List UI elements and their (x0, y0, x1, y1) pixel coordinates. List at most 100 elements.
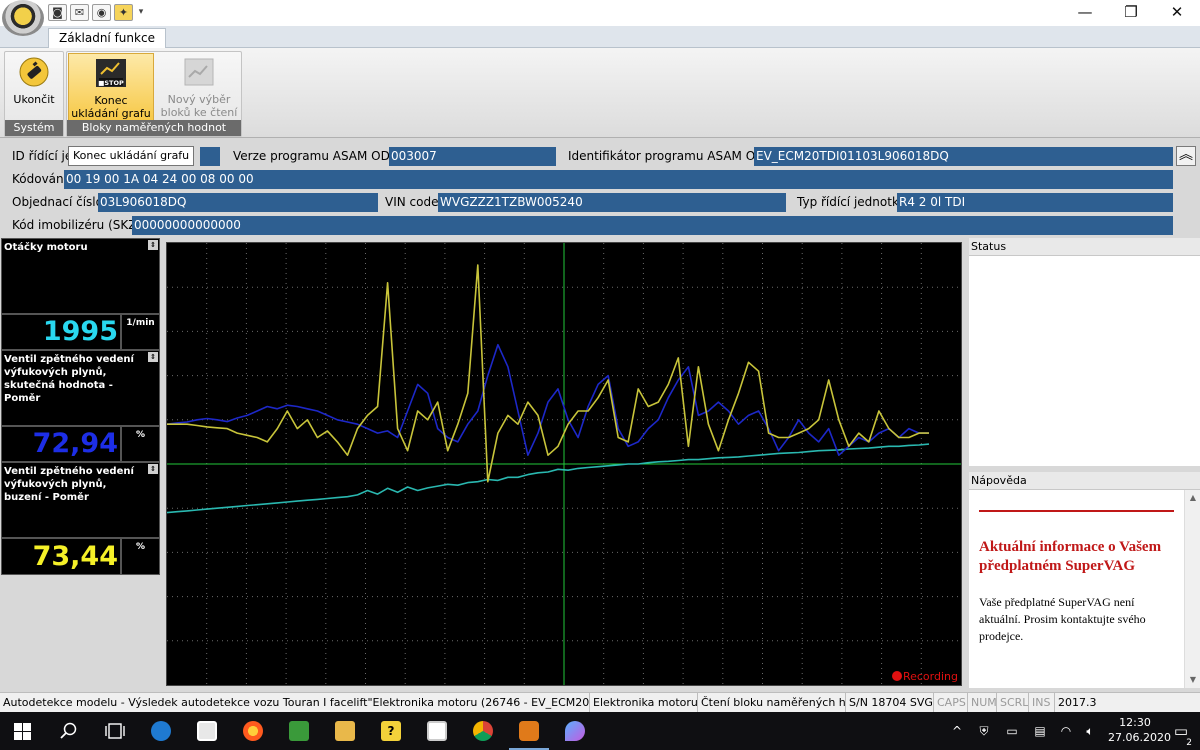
measurement-unit-rpm: 1/min (121, 314, 160, 350)
asam-id-label: Identifikátor programu ASAM ODX (568, 149, 773, 163)
recording-label: Recording (902, 670, 958, 683)
status-ins: INS (1029, 693, 1055, 712)
order-number-label: Objednací číslo (12, 195, 103, 209)
camera-icon[interactable]: ◙ (48, 3, 67, 21)
search-icon[interactable] (46, 712, 92, 750)
minimize-button[interactable]: — (1062, 0, 1108, 26)
new-block-selection-button[interactable]: Nový výběr bloků ke čtení (159, 53, 239, 121)
status-mode: Čtení bloku naměřených hodno (698, 693, 846, 712)
network-icon[interactable]: ▤ (1028, 712, 1052, 750)
status-caps: CAPS (934, 693, 968, 712)
exit-button[interactable]: Ukončit (7, 53, 61, 121)
help-heading: Aktuální informace o Vašem předplatném S… (979, 539, 1162, 574)
status-version: 2017.3 (1058, 696, 1097, 709)
record-dot-icon (891, 671, 902, 681)
task-view-icon[interactable] (92, 712, 138, 750)
scroll-down-icon[interactable]: ▼ (1185, 672, 1200, 688)
mail-icon[interactable]: ✉ (70, 3, 89, 21)
disk-icon[interactable]: ◉ (92, 3, 111, 21)
help-divider (979, 510, 1174, 512)
measurement-unit-egr-command: % (121, 538, 160, 575)
chevron-down-icon[interactable]: ▾ (136, 7, 146, 17)
chevron-up-icon[interactable]: ^ (946, 712, 968, 750)
ecu-id-field (200, 147, 220, 166)
coding-field: 00 19 00 1A 04 24 00 08 00 00 (64, 170, 1173, 189)
help-scrollbar[interactable]: ▲ ▼ (1184, 490, 1200, 688)
windows-logo (14, 723, 31, 740)
measurement-graph[interactable]: Recording (166, 242, 962, 686)
tab-basic-functions[interactable]: Základní funkce (48, 28, 166, 49)
search-glyph (60, 722, 77, 739)
measurement-name: Ventil zpětného vedení výfukových plynů,… (4, 354, 134, 404)
swap-arrows-icon[interactable]: ⇕ (148, 464, 158, 474)
chrome-icon[interactable] (460, 712, 506, 750)
scroll-up-icon[interactable]: ▲ (1185, 490, 1200, 506)
exit-plug-icon (19, 57, 49, 87)
immobilizer-field: 00000000000000 (132, 216, 1173, 235)
firefox-icon[interactable] (230, 712, 276, 750)
order-number-field: 03L906018DQ (98, 193, 378, 212)
ribbon-group-label: Systém (5, 120, 63, 136)
asam-version-label: Verze programu ASAM ODX (233, 149, 399, 163)
store-icon[interactable] (184, 712, 230, 750)
series-line-egr-command (167, 264, 929, 483)
explorer-icon[interactable] (322, 712, 368, 750)
series-line-egr-actual (166, 343, 929, 456)
vin-label: VIN code (385, 195, 439, 209)
security-icon[interactable]: ⛨ (972, 712, 996, 750)
status-scrl: SCRL (997, 693, 1029, 712)
ecu-id-label: ID řídící je (12, 149, 73, 163)
status-model: Autodetekce modelu - Výsledek autodetekc… (0, 693, 590, 712)
measurement-value-egr-command: 73,44 (1, 538, 121, 575)
status-panel-body (969, 256, 1200, 466)
photos-icon[interactable] (414, 712, 460, 750)
notifications-icon[interactable]: ▭ 2 (1164, 712, 1198, 750)
measurement-unit-egr-actual: % (121, 426, 160, 462)
close-button[interactable]: ✕ (1154, 0, 1200, 26)
new-selection-graph-icon (184, 58, 214, 86)
status-serial: S/N 18704 SVG 7 (846, 693, 934, 712)
notification-count: 2 (1186, 738, 1192, 748)
vin-field: WVGZZZ1TZBW005240 (438, 193, 786, 212)
tooltip: Konec ukládání grafu (68, 146, 195, 166)
coding-label: Kódování (12, 172, 67, 186)
exit-label: Ukončit (13, 93, 55, 106)
measurement-value-egr-actual: 72,94 (1, 426, 121, 462)
ribbon-group-measured-blocks: ■STOP Konec ukládání grafu Nový výběr bl… (66, 51, 242, 137)
taskbar: ? ^ ⛨ ▭ ▤ ◠ 🔈︎ 12:30 27.06.2020 ▭ 2 (0, 712, 1200, 750)
info-row-2: Kódování 00 19 00 1A 04 24 00 08 00 00 (8, 169, 1173, 189)
help-panel-body: Aktuální informace o Vašem předplatném S… (969, 490, 1184, 688)
lightbulb-icon[interactable]: ✦ (114, 3, 133, 21)
stop-label-line2: ukládání grafu (71, 107, 151, 120)
edge-icon[interactable] (138, 712, 184, 750)
swap-arrows-icon[interactable]: ⇕ (148, 352, 158, 362)
measurement-label-egr-command: Ventil zpětného vedení výfukových plynů,… (1, 462, 160, 538)
stop-graph-recording-button[interactable]: ■STOP Konec ukládání grafu (68, 53, 154, 121)
volume-icon[interactable]: 🔈︎ (1078, 712, 1102, 750)
app-menu-button[interactable] (2, 0, 44, 36)
restore-button[interactable]: ❐ (1108, 0, 1154, 26)
collapse-info-button[interactable]: ︽ (1176, 146, 1196, 166)
title-bar: ◙ ✉ ◉ ✦ ▾ — ❐ ✕ (0, 0, 1200, 36)
status-num: NUM (968, 693, 997, 712)
app-green-icon[interactable] (276, 712, 322, 750)
ribbon: Ukončit Systém ■STOP Konec ukládání graf… (0, 48, 1200, 138)
asam-id-field: EV_ECM20TDI01103L906018DQ (754, 147, 1173, 166)
battery-icon[interactable]: ▭ (1000, 712, 1024, 750)
asam-version-field: 003007 (389, 147, 556, 166)
supervag-icon[interactable] (506, 712, 552, 750)
quick-access-toolbar: ◙ ✉ ◉ ✦ ▾ (48, 3, 146, 21)
maps-icon[interactable] (552, 712, 598, 750)
recording-indicator: Recording (891, 670, 958, 683)
app-help-icon[interactable]: ? (368, 712, 414, 750)
windows-icon[interactable] (0, 712, 46, 750)
measurement-value-rpm: 1995 (1, 314, 121, 350)
stop-label-line1: Konec (94, 94, 128, 107)
clock[interactable]: 12:30 27.06.2020 (1108, 715, 1171, 745)
wifi-icon[interactable]: ◠ (1054, 712, 1078, 750)
ribbon-group-label: Bloky naměřených hodnot (67, 120, 241, 136)
swap-arrows-icon[interactable]: ⇕ (148, 240, 158, 250)
help-text: Vaše předplatné SuperVAG není aktuální. … (979, 595, 1146, 643)
info-row-4: Kód imobilizéru (SKZ) 00000000000000 (8, 215, 1173, 235)
new-selection-label-line2: bloků ke čtení (160, 106, 238, 119)
